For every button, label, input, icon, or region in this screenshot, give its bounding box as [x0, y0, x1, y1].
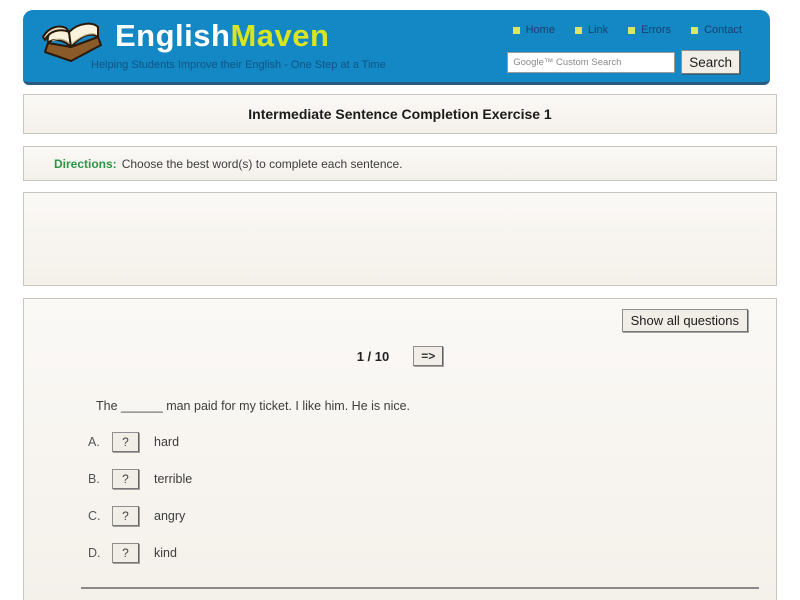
show-all-questions-button[interactable]: Show all questions: [622, 309, 748, 332]
choice-letter: A.: [88, 435, 112, 449]
choice-row-b: B. ? terrible: [88, 468, 776, 489]
bullet-icon: [513, 27, 520, 34]
question-progress: 1 / 10: [357, 349, 390, 364]
logo-text-maven: Maven: [230, 18, 329, 53]
page: EnglishMaven Helping Students Improve th…: [0, 0, 800, 600]
nav-item-errors[interactable]: Errors: [628, 24, 671, 36]
search-input[interactable]: [507, 52, 675, 73]
choice-b-check-button[interactable]: ?: [112, 469, 139, 489]
next-question-button[interactable]: =>: [413, 346, 443, 366]
site-header: EnglishMaven Helping Students Improve th…: [23, 10, 770, 85]
bullet-icon: [575, 27, 582, 34]
site-logo[interactable]: EnglishMaven: [115, 18, 329, 54]
ad-placeholder-box: [23, 192, 777, 286]
choice-a-check-button[interactable]: ?: [112, 432, 139, 452]
bullet-icon: [691, 27, 698, 34]
search-button[interactable]: Search: [681, 50, 740, 74]
nav-item-link[interactable]: Link: [575, 24, 608, 36]
search-area: Search: [507, 50, 740, 74]
choice-text: kind: [154, 546, 177, 560]
site-tagline: Helping Students Improve their English -…: [91, 59, 386, 71]
question-text: The ______ man paid for my ticket. I lik…: [96, 399, 776, 413]
show-all-row: Show all questions: [24, 299, 776, 332]
directions-label: Directions:: [54, 157, 117, 171]
directions-text: Choose the best word(s) to complete each…: [122, 157, 403, 171]
bullet-icon: [628, 27, 635, 34]
question-divider: [81, 587, 759, 589]
choice-text: terrible: [154, 472, 192, 486]
top-nav: Home Link Errors Contact: [513, 24, 742, 36]
logo-text-english: English: [115, 18, 230, 53]
choice-letter: B.: [88, 472, 112, 486]
choice-row-a: A. ? hard: [88, 431, 776, 452]
choices-list: A. ? hard B. ? terrible C. ? angry D. ? …: [88, 431, 776, 563]
choice-c-check-button[interactable]: ?: [112, 506, 139, 526]
nav-label: Errors: [641, 24, 671, 36]
choice-d-check-button[interactable]: ?: [112, 543, 139, 563]
nav-item-home[interactable]: Home: [513, 24, 555, 36]
choice-text: angry: [154, 509, 185, 523]
nav-label: Link: [588, 24, 608, 36]
choice-row-c: C. ? angry: [88, 505, 776, 526]
page-title: Intermediate Sentence Completion Exercis…: [248, 106, 551, 122]
choice-letter: D.: [88, 546, 112, 560]
nav-label: Home: [526, 24, 555, 36]
directions-bar: Directions: Choose the best word(s) to c…: [23, 146, 777, 181]
title-bar: Intermediate Sentence Completion Exercis…: [23, 94, 777, 134]
nav-item-contact[interactable]: Contact: [691, 24, 742, 36]
choice-row-d: D. ? kind: [88, 542, 776, 563]
progress-row: 1 / 10 =>: [24, 346, 776, 366]
choice-letter: C.: [88, 509, 112, 523]
quiz-panel: Show all questions 1 / 10 => The ______ …: [23, 298, 777, 600]
choice-text: hard: [154, 435, 179, 449]
nav-label: Contact: [704, 24, 742, 36]
